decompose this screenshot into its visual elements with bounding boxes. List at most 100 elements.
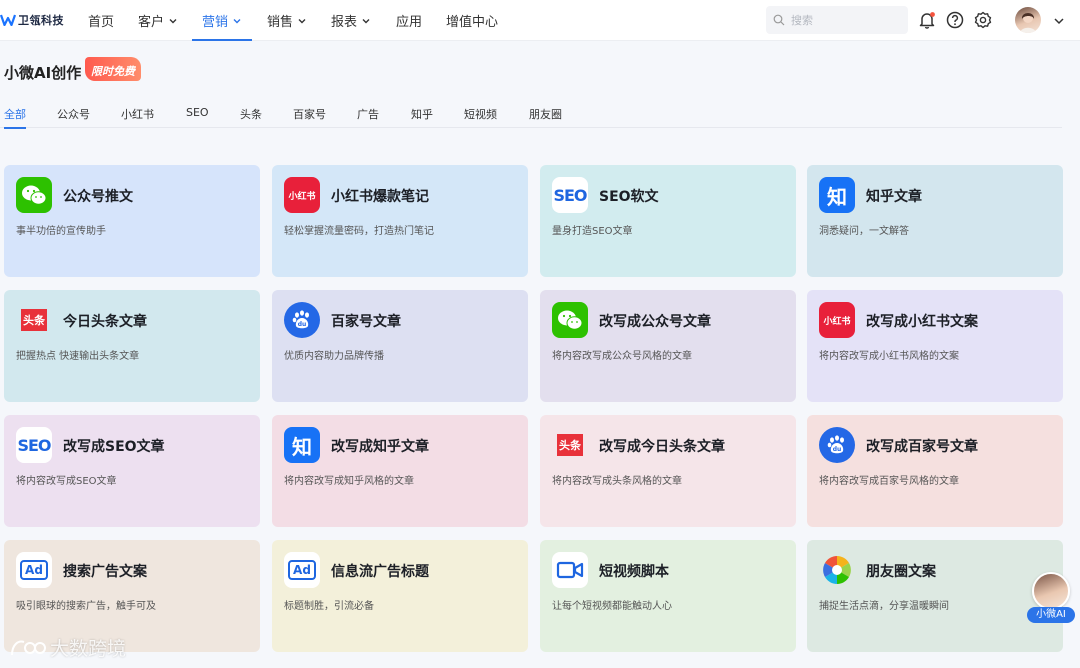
- zhihu-icon: 知: [819, 177, 855, 213]
- card-rewrite-zhihu[interactable]: 知 改写成知乎文章 将内容改写成知乎风格的文章: [272, 415, 528, 527]
- card-desc: 轻松掌握流量密码，打造热门笔记: [284, 226, 434, 237]
- card-title: 公众号推文: [63, 189, 133, 205]
- card-title: 今日头条文章: [63, 314, 147, 330]
- card-title: 百家号文章: [331, 314, 401, 330]
- card-title: 短视频脚本: [599, 564, 669, 580]
- nav-marketing-label: 营销: [202, 15, 229, 30]
- baijiahao-icon: du: [284, 302, 320, 338]
- avatar[interactable]: [1015, 7, 1041, 33]
- gear-icon[interactable]: [973, 10, 993, 30]
- card-seo-article[interactable]: SEO SEO软文 量身打造SEO文章: [540, 165, 796, 277]
- card-title: 知乎文章: [866, 189, 922, 205]
- chevron-down-icon: [169, 18, 177, 23]
- card-desc: 将内容改写成SEO文章: [16, 476, 117, 487]
- card-desc: 洞悉疑问，一文解答: [819, 226, 909, 237]
- seo-icon-text: SEO: [17, 435, 51, 455]
- nav-value-added-center[interactable]: 增值中心: [446, 0, 498, 41]
- nav-apps[interactable]: 应用: [396, 0, 422, 41]
- card-title: 改写成知乎文章: [331, 439, 429, 455]
- nav-reports[interactable]: 报表: [331, 0, 371, 41]
- card-rewrite-baijiahao[interactable]: du 改写成百家号文章 将内容改写成百家号风格的文章: [807, 415, 1063, 527]
- tab-all[interactable]: 全部: [4, 106, 26, 129]
- card-toutiao-article[interactable]: 头条 今日头条文章 把握热点 快速输出头条文章: [4, 290, 260, 402]
- video-camera-icon: [552, 552, 588, 588]
- tab-ads[interactable]: 广告: [357, 106, 379, 122]
- card-rewrite-wechat[interactable]: 改写成公众号文章 将内容改写成公众号风格的文章: [540, 290, 796, 402]
- wechat-icon: [16, 177, 52, 213]
- nav-reports-label: 报表: [331, 15, 358, 30]
- tab-xiaohongshu[interactable]: 小红书: [121, 106, 154, 122]
- card-feed-ad-title[interactable]: Ad 信息流广告标题 标题制胜，引流必备: [272, 540, 528, 652]
- brand-logo[interactable]: 卫瓴科技: [0, 12, 64, 28]
- card-wechat-article[interactable]: 公众号推文 事半功倍的宣传助手: [4, 165, 260, 277]
- card-title: 改写成百家号文章: [866, 439, 978, 455]
- xiaohongshu-icon-text: 小红书: [823, 316, 851, 327]
- nav-apps-label: 应用: [396, 15, 423, 30]
- search-box[interactable]: [766, 6, 908, 34]
- user-portrait-icon: [1020, 13, 1036, 33]
- assistant-avatar: [1032, 572, 1070, 610]
- card-desc: 把握热点 快速输出头条文章: [16, 351, 140, 362]
- card-desc: 事半功倍的宣传助手: [16, 226, 106, 237]
- seo-icon-text: SEO: [553, 185, 587, 205]
- tab-baijiahao[interactable]: 百家号: [293, 106, 326, 122]
- card-desc: 将内容改写成知乎风格的文章: [284, 476, 414, 487]
- xiaohongshu-icon-text: 小红书: [288, 191, 316, 202]
- nav-marketing[interactable]: 营销: [191, 0, 253, 41]
- chevron-down-icon[interactable]: [1052, 14, 1066, 28]
- nav-sales[interactable]: 销售: [267, 0, 307, 41]
- card-desc: 让每个短视频都能触动人心: [552, 601, 672, 612]
- top-navigation-bar: 卫瓴科技 首页 客户 营销 销售 报表 应用 增值中心: [0, 0, 1080, 41]
- ad-icon: Ad: [284, 552, 320, 588]
- chevron-down-icon: [233, 18, 241, 23]
- tab-short-video[interactable]: 短视频: [464, 106, 497, 122]
- nav-home[interactable]: 首页: [88, 0, 114, 41]
- ad-icon-text: Ad: [288, 560, 316, 580]
- ad-icon: Ad: [16, 552, 52, 588]
- tab-wechat[interactable]: 公众号: [57, 106, 90, 122]
- help-icon[interactable]: [945, 10, 965, 30]
- card-rewrite-xiaohongshu[interactable]: 小红书 改写成小红书文案 将内容改写成小红书风格的文案: [807, 290, 1063, 402]
- brand-name: 卫瓴科技: [18, 14, 64, 27]
- zhihu-icon: 知: [284, 427, 320, 463]
- assistant-label: 小微AI: [1027, 607, 1075, 623]
- svg-text:du: du: [298, 321, 307, 328]
- zhihu-icon-text: 知: [292, 434, 312, 459]
- card-desc: 吸引眼球的搜索广告，触手可及: [16, 601, 156, 612]
- card-title: 改写成SEO文章: [63, 439, 165, 455]
- bell-icon[interactable]: [917, 10, 937, 30]
- card-title: 信息流广告标题: [331, 564, 429, 580]
- page-title: 小微AI创作: [4, 64, 82, 82]
- card-xiaohongshu-note[interactable]: 小红书 小红书爆款笔记 轻松掌握流量密码，打造热门笔记: [272, 165, 528, 277]
- card-desc: 捕捉生活点滴，分享温暖瞬间: [819, 601, 949, 612]
- baijiahao-icon: du: [819, 427, 855, 463]
- nav-customers-label: 客户: [138, 15, 165, 30]
- card-zhihu-article[interactable]: 知 知乎文章 洞悉疑问，一文解答: [807, 165, 1063, 277]
- watermark: 大数跨境: [10, 634, 126, 661]
- tab-zhihu[interactable]: 知乎: [411, 106, 433, 122]
- tab-toutiao[interactable]: 头条: [240, 106, 262, 122]
- card-desc: 将内容改写成头条风格的文章: [552, 476, 682, 487]
- tab-moments[interactable]: 朋友圈: [529, 106, 562, 122]
- xiaohongshu-icon: 小红书: [284, 177, 320, 213]
- card-rewrite-seo[interactable]: SEO 改写成SEO文章 将内容改写成SEO文章: [4, 415, 260, 527]
- card-rewrite-toutiao[interactable]: 头条 改写成今日头条文章 将内容改写成头条风格的文章: [540, 415, 796, 527]
- card-desc: 优质内容助力品牌传播: [284, 351, 384, 362]
- nav-sales-label: 销售: [267, 15, 294, 30]
- card-desc: 将内容改写成小红书风格的文案: [819, 351, 959, 362]
- wechat-icon: [552, 302, 588, 338]
- card-title: SEO软文: [599, 189, 659, 205]
- nav-customers[interactable]: 客户: [138, 0, 178, 41]
- card-desc: 将内容改写成百家号风格的文章: [819, 476, 959, 487]
- card-title: 改写成今日头条文章: [599, 439, 725, 455]
- card-baijiahao-article[interactable]: du 百家号文章 优质内容助力品牌传播: [272, 290, 528, 402]
- card-short-video-script[interactable]: 短视频脚本 让每个短视频都能触动人心: [540, 540, 796, 652]
- ai-assistant-button[interactable]: 小微AI: [1026, 572, 1076, 624]
- card-moments-copy[interactable]: 朋友圈文案 捕捉生活点滴，分享温暖瞬间: [807, 540, 1063, 652]
- search-input[interactable]: [791, 13, 901, 27]
- tab-seo[interactable]: SEO: [186, 106, 209, 119]
- svg-text:du: du: [833, 446, 842, 453]
- watermark-text: 大数跨境: [50, 638, 127, 660]
- card-title: 搜索广告文案: [63, 564, 147, 580]
- card-desc: 将内容改写成公众号风格的文章: [552, 351, 692, 362]
